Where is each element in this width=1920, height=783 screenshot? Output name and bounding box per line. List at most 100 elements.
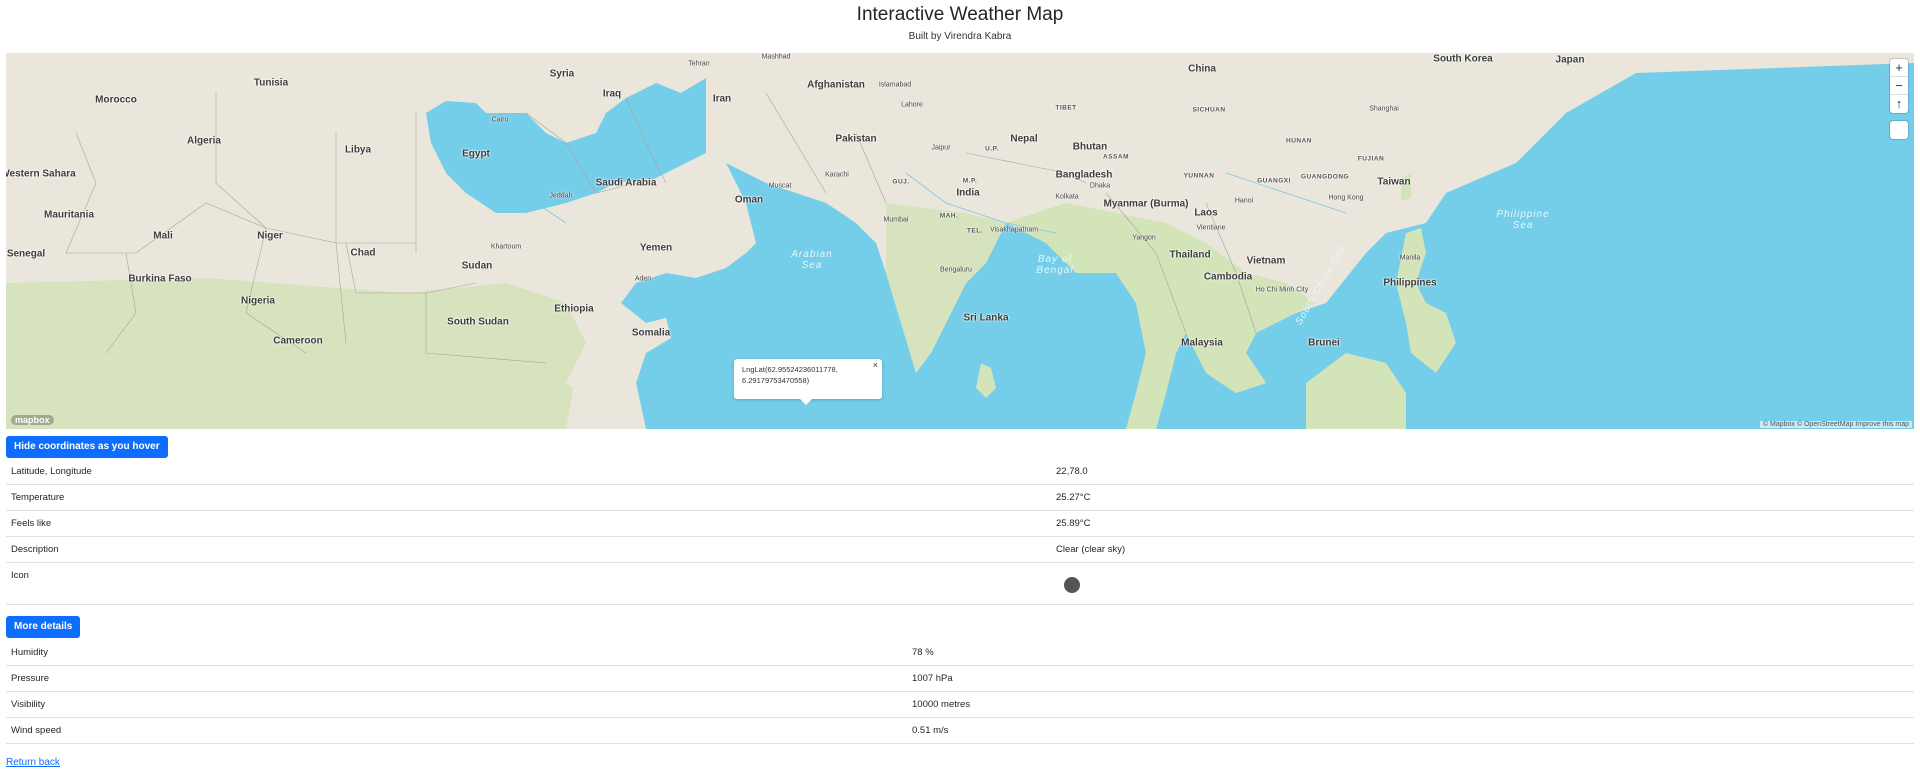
- label-western-sahara: Western Sahara: [6, 168, 76, 180]
- label-aden: Aden: [634, 275, 652, 283]
- row-label: Icon: [11, 570, 29, 581]
- label-niger: Niger: [257, 230, 283, 242]
- basemap: [6, 53, 1914, 429]
- label-somalia: Somalia: [631, 327, 671, 339]
- table-row: Description Clear (clear sky): [6, 537, 1914, 563]
- label-laos: Laos: [1194, 207, 1218, 219]
- label-ethiopia: Ethiopia: [554, 303, 594, 315]
- label-vietnam: Vietnam: [1246, 255, 1286, 267]
- label-mali: Mali: [153, 230, 173, 242]
- label-state-hunan: HUNAN: [1286, 137, 1312, 145]
- label-ho-chi-minh-city: Ho Chi Minh City: [1255, 286, 1309, 294]
- label-bengaluru: Bengaluru: [940, 266, 972, 274]
- more-details-button[interactable]: More details: [6, 616, 81, 638]
- label-shanghai: Shanghai: [1369, 105, 1399, 113]
- draw-control-button[interactable]: [1890, 121, 1908, 139]
- table-row: Wind speed 0.51 m/s: [6, 718, 1914, 744]
- label-syria: Syria: [549, 68, 575, 80]
- compass-button[interactable]: ↑: [1890, 95, 1908, 113]
- label-cameroon: Cameroon: [273, 335, 323, 347]
- label-kolkata: Kolkata: [1055, 193, 1079, 201]
- zoom-in-button[interactable]: +: [1890, 59, 1908, 77]
- label-senegal: Senegal: [6, 248, 46, 260]
- map-attribution[interactable]: © Mapbox © OpenStreetMap Improve this ma…: [1759, 421, 1912, 428]
- mapbox-logo[interactable]: mapbox: [11, 415, 54, 425]
- label-islamabad: Islamabad: [878, 81, 912, 89]
- label-myanmar: Myanmar (Burma): [1103, 198, 1189, 210]
- row-value: 0.51 m/s: [912, 725, 949, 736]
- label-cairo: Cairo: [491, 116, 509, 124]
- label-state-yunnan: YUNNAN: [1183, 172, 1215, 180]
- label-jeddah: Jeddah: [549, 192, 573, 200]
- table-row: Temperature 25.27°C: [6, 485, 1914, 511]
- row-label: Temperature: [11, 492, 65, 503]
- row-label: Humidity: [11, 647, 48, 658]
- label-yemen: Yemen: [639, 242, 673, 254]
- label-mauritania: Mauritania: [43, 209, 95, 221]
- label-state-guangdong: GUANGDONG: [1300, 173, 1350, 181]
- label-nepal: Nepal: [1010, 133, 1038, 145]
- label-vientiane: Vientiane: [1196, 224, 1226, 232]
- zoom-out-button[interactable]: −: [1890, 77, 1908, 95]
- hide-coordinates-button[interactable]: Hide coordinates as you hover: [6, 436, 168, 458]
- row-value: 1007 hPa: [912, 673, 953, 684]
- label-hanoi: Hanoi: [1234, 197, 1254, 205]
- current-weather-table: Latitude, Longitude 22,78.0 Temperature …: [6, 459, 1914, 605]
- label-arabian-sea: Arabian Sea: [791, 249, 833, 271]
- label-state-guangxi: GUANGXI: [1257, 177, 1291, 185]
- row-label: Description: [11, 544, 59, 555]
- popup-close-icon[interactable]: ×: [873, 360, 878, 371]
- table-row: Icon: [6, 563, 1914, 605]
- label-thailand: Thailand: [1169, 249, 1211, 261]
- label-chad: Chad: [350, 247, 376, 259]
- popup-text: LngLat(62.95524236011778, 6.291797534705…: [742, 365, 838, 385]
- label-lahore: Lahore: [901, 101, 923, 109]
- row-value: 78 %: [912, 647, 934, 658]
- land-green-india: [886, 203, 1006, 373]
- label-state-fujian: FUJIAN: [1357, 155, 1385, 163]
- label-cambodia: Cambodia: [1203, 271, 1253, 283]
- page-title: Interactive Weather Map: [856, 4, 1064, 25]
- label-state-guj: GUJ.: [892, 178, 910, 186]
- label-muscat: Muscat: [768, 182, 792, 190]
- label-iraq: Iraq: [602, 88, 622, 100]
- label-south-korea: South Korea: [1433, 53, 1493, 65]
- label-burkina-faso: Burkina Faso: [128, 273, 192, 285]
- return-back-link[interactable]: Return back: [6, 757, 60, 768]
- weather-map[interactable]: Morocco Algeria Libya Egypt Tunisia Syri…: [6, 53, 1914, 429]
- label-jaipur: Jaipur: [931, 144, 951, 152]
- row-label: Latitude, Longitude: [11, 466, 92, 477]
- label-libya: Libya: [344, 144, 372, 156]
- label-khartoum: Khartoum: [490, 243, 522, 251]
- label-morocco: Morocco: [95, 94, 137, 106]
- row-label: Visibility: [11, 699, 46, 710]
- row-label: Wind speed: [11, 725, 62, 736]
- label-brunei: Brunei: [1308, 337, 1340, 349]
- label-philippines: Philippines: [1383, 277, 1437, 289]
- row-label: Pressure: [11, 673, 50, 684]
- label-china: China: [1188, 63, 1216, 75]
- row-value: Clear (clear sky): [1056, 544, 1126, 555]
- label-oman: Oman: [734, 194, 764, 206]
- table-row: Latitude, Longitude 22,78.0: [6, 459, 1914, 485]
- label-visakhapatnam: Visakhapatnam: [989, 226, 1039, 234]
- label-state-sichuan: SICHUAN: [1192, 106, 1226, 114]
- label-sudan: Sudan: [461, 260, 493, 272]
- label-state-mah: MAH.: [939, 212, 959, 220]
- label-malaysia: Malaysia: [1181, 337, 1223, 349]
- table-row: Pressure 1007 hPa: [6, 666, 1914, 692]
- label-tunisia: Tunisia: [253, 77, 289, 89]
- label-japan: Japan: [1555, 54, 1585, 66]
- label-taiwan: Taiwan: [1377, 176, 1411, 188]
- label-mumbai: Mumbai: [883, 216, 909, 224]
- label-manila: Manila: [1399, 254, 1421, 262]
- label-afghanistan: Afghanistan: [807, 79, 865, 91]
- label-saudi-arabia: Saudi Arabia: [595, 177, 657, 189]
- label-karachi: Karachi: [825, 171, 849, 179]
- label-state-tibet: TIBET: [1055, 104, 1077, 112]
- table-row: Humidity 78 %: [6, 640, 1914, 666]
- land-sahel: [6, 278, 626, 429]
- page-subtitle: Built by Virendra Kabra: [908, 31, 1012, 42]
- label-iran: Iran: [712, 93, 732, 105]
- coordinates-popup: LngLat(62.95524236011778, 6.291797534705…: [734, 359, 882, 405]
